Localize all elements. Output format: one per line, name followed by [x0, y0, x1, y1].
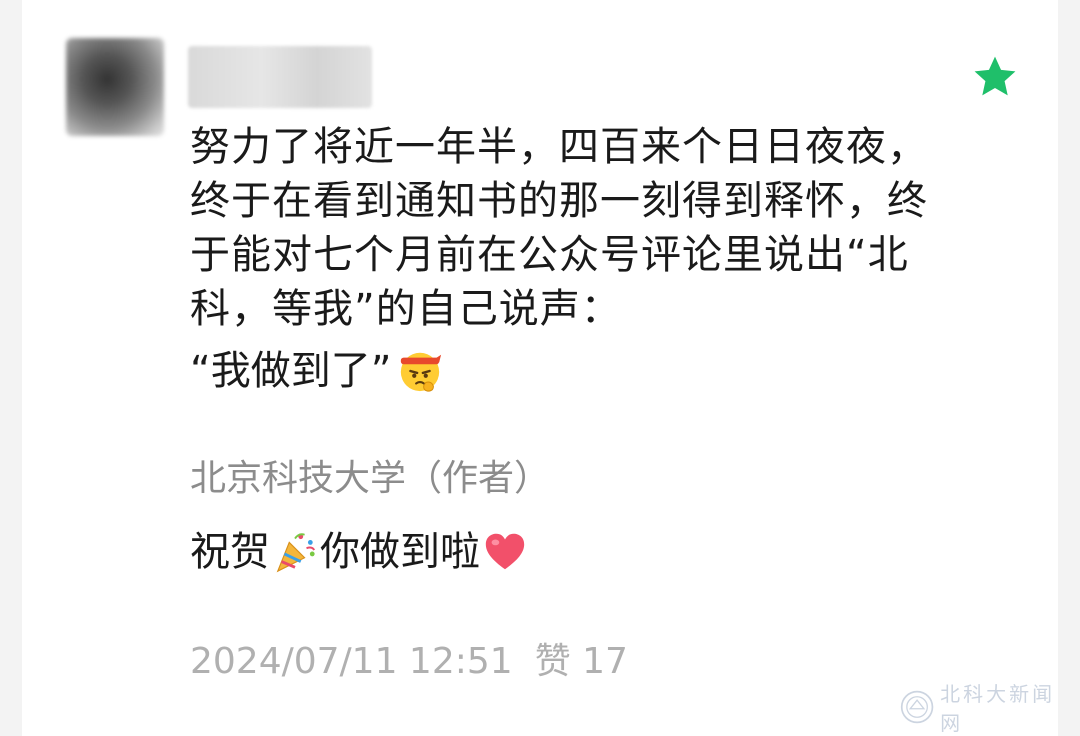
determined-face-emoji-icon — [401, 352, 442, 392]
avatar[interactable] — [66, 38, 164, 136]
comment-card: 努力了将近一年半，四百来个日日夜夜，终于在看到通知书的那一刻得到释怀，终于能对七… — [22, 0, 1058, 736]
party-popper-icon — [276, 533, 316, 573]
reply-text: 祝贺 你做到啦 — [190, 524, 530, 580]
university-seal-icon — [900, 690, 934, 724]
watermark-text: 北科大新闻网 — [940, 682, 1056, 735]
reply-text-before: 祝贺 — [190, 529, 270, 575]
reply-text-after: 你做到啦 — [320, 529, 480, 575]
reply-author: 北京科技大学（作者） — [190, 458, 551, 499]
comment-quote: “我做到了” — [190, 348, 392, 394]
like-button[interactable]: 赞 17 — [535, 636, 628, 688]
watermark: 北科大新闻网 — [900, 678, 1058, 736]
comment-meta: 2024/07/11 12:51 赞 17 — [190, 636, 628, 688]
username-blurred[interactable] — [188, 46, 372, 108]
star-icon[interactable] — [970, 52, 1020, 102]
timestamp: 2024/07/11 12:51 — [190, 641, 513, 682]
comment-quote-line: “我做到了” — [190, 344, 443, 398]
heart-icon — [485, 533, 525, 570]
comment-text: 努力了将近一年半，四百来个日日夜夜，终于在看到通知书的那一刻得到释怀，终于能对七… — [190, 124, 928, 332]
